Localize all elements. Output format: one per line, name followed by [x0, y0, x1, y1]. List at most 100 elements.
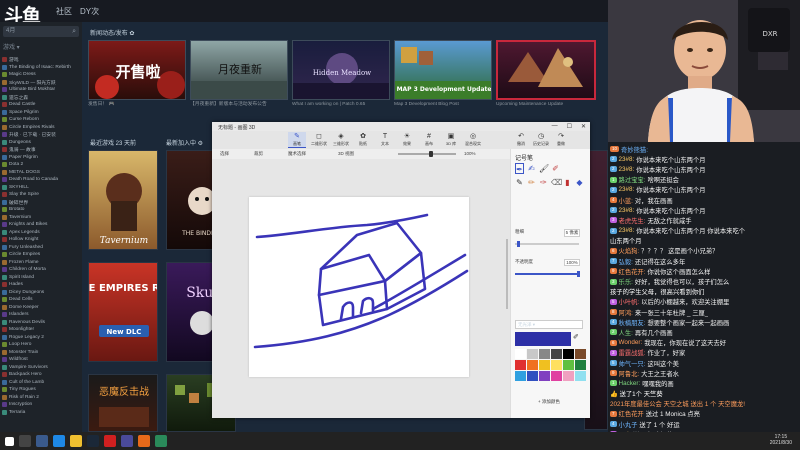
current-color-swatch[interactable] [515, 332, 571, 346]
chat-username[interactable]: 雷霆战狐: [619, 348, 646, 357]
library-item[interactable]: Dead Castle [2, 101, 82, 109]
featured-banner-2[interactable]: 月夜重新 [190, 40, 288, 100]
color-swatch[interactable] [539, 360, 550, 370]
library-item[interactable]: SKYHILL [2, 184, 82, 192]
game-tile-circle-empires[interactable]: CIRCLE EMPIRES RIVALS New DLC [88, 262, 158, 362]
eyedropper-icon[interactable]: ✐ [573, 333, 579, 341]
library-item[interactable]: Brotato [2, 206, 82, 214]
opacity-value[interactable]: 100% [564, 259, 580, 266]
library-item[interactable]: 破碎世界 [2, 199, 82, 207]
color-swatch[interactable] [515, 371, 526, 381]
library-item[interactable]: Dead Cells [2, 296, 82, 304]
drawing-canvas[interactable] [249, 197, 469, 377]
start-icon[interactable] [5, 436, 14, 446]
chat-username[interactable]: 奇妙熊猫: [621, 145, 648, 154]
library-item[interactable]: Circle Empires [2, 251, 82, 259]
color-swatch[interactable] [563, 349, 574, 359]
library-item[interactable]: Curse Reborn [2, 116, 82, 124]
zoom-slider-knob[interactable] [429, 151, 433, 157]
color-finish-dropdown[interactable]: 无光泽 ▾ [515, 320, 583, 329]
ribbon-text[interactable]: T 文本 [376, 132, 394, 147]
chat-username[interactable]: Hacker: [619, 380, 641, 387]
search-icon[interactable] [19, 435, 31, 447]
ribbon-mixed-reality[interactable]: ◎ 混合现实 [464, 132, 482, 147]
library-item[interactable]: Children of Morta [2, 266, 82, 274]
featured-banner-1[interactable]: 开售啦 [88, 40, 186, 100]
ribbon-2d-shapes[interactable]: ◻ 二维形状 [310, 132, 328, 147]
add-color-button[interactable]: + 添加颜色 [515, 399, 583, 405]
chat-username[interactable]: 秋楠朋友: [619, 318, 646, 327]
library-item[interactable]: Circle Empires Rivals [2, 124, 82, 132]
thickness-slider-knob[interactable] [517, 241, 520, 247]
library-item[interactable]: 游戏 [2, 56, 82, 64]
opacity-slider[interactable] [515, 273, 579, 275]
library-item[interactable]: Terraria [2, 409, 82, 417]
brush-marker-icon[interactable]: ✒ [515, 163, 524, 174]
brush-pencil-icon[interactable]: ✏ [527, 177, 536, 188]
library-item[interactable]: Vampire Survivors [2, 364, 82, 372]
library-item[interactable]: Moonlighter [2, 326, 82, 334]
library-item[interactable]: 升级 · 已下载 · 已安装 [2, 131, 82, 139]
color-swatch[interactable] [575, 360, 586, 370]
library-item[interactable]: Cult of the Lamb [2, 379, 82, 387]
library-item[interactable]: Dota 2 [2, 161, 82, 169]
chat-username[interactable]: 阿鲁北: [619, 369, 640, 378]
chat-username[interactable]: 弘毅: [619, 257, 633, 266]
library-item[interactable]: Hades [2, 281, 82, 289]
crop-tool[interactable]: 裁剪 [254, 151, 263, 157]
library-item[interactable]: Rogue Legacy 2 [2, 334, 82, 342]
library-item[interactable]: SkyWILD — 阳光方跃 [2, 79, 82, 87]
maximize-icon[interactable]: ☐ [567, 123, 572, 130]
library-item[interactable]: Tiny Rogues [2, 386, 82, 394]
library-item[interactable]: Dome Keeper [2, 304, 82, 312]
chat-username[interactable]: 帅气一只: [619, 359, 646, 368]
chat-username[interactable]: 红色花开 [619, 409, 644, 418]
ribbon-3d-shapes[interactable]: ◈ 三维形状 [332, 132, 350, 147]
brush-watercolor-icon[interactable]: ✐ [551, 163, 560, 174]
color-swatch[interactable] [527, 371, 538, 381]
brush-pixel-icon[interactable]: ✎ [515, 177, 524, 188]
color-swatch[interactable] [551, 371, 562, 381]
library-item[interactable]: Islanders [2, 311, 82, 319]
library-filter[interactable]: 游戏 ▾ [3, 42, 79, 51]
nav-user[interactable]: DY次 [80, 6, 99, 17]
chat-username[interactable]: 小丸子 [619, 420, 638, 429]
library-item[interactable]: Slay the Spire [2, 191, 82, 199]
chat-username[interactable]: 23#8: [619, 156, 635, 163]
chat-username[interactable]: 乐乐: [619, 277, 633, 286]
spray-can-icon[interactable]: ▮ [563, 177, 572, 188]
library-item[interactable]: Ultimate Bird Mokhtar [2, 86, 82, 94]
color-swatch[interactable] [551, 360, 562, 370]
thickness-value[interactable]: 5 像素 [564, 229, 580, 237]
color-swatch[interactable] [575, 349, 586, 359]
chat-username[interactable]: 阿鸿: [619, 308, 633, 317]
close-icon[interactable]: ✕ [581, 123, 586, 130]
color-swatch[interactable] [563, 360, 574, 370]
library-item[interactable]: 鬼骑 — 故事 [2, 146, 82, 154]
library-search-input[interactable]: 4月 ⌕ [3, 26, 79, 37]
color-swatch[interactable] [563, 371, 574, 381]
game-tile-demon[interactable]: 恶魔反击战 [88, 374, 158, 432]
library-item[interactable]: Frozen Flame [2, 259, 82, 267]
library-item[interactable]: METAL DOGS [2, 169, 82, 177]
obs-icon[interactable] [138, 435, 150, 447]
ribbon-history[interactable]: ◷ 历史记录 [532, 132, 550, 147]
ribbon-brushes[interactable]: ✎ 画笔 [288, 132, 306, 148]
magic-select-tool[interactable]: 魔术选择 [288, 151, 306, 157]
color-swatch[interactable] [515, 360, 526, 370]
library-item[interactable]: The Binding of Isaac: Rebirth [2, 64, 82, 72]
nav-community[interactable]: 社区 [56, 6, 72, 17]
eraser-icon[interactable]: ⌫ [551, 177, 562, 188]
library-item[interactable]: Fury Unleashed [2, 244, 82, 252]
color-swatch[interactable] [539, 349, 550, 359]
color-swatch[interactable] [527, 349, 538, 359]
ribbon-redo[interactable]: ↷ 重做 [552, 132, 570, 147]
library-item[interactable]: Loop Hero [2, 341, 82, 349]
library-item[interactable]: Spirit Island [2, 274, 82, 282]
featured-banner-5[interactable] [496, 40, 596, 100]
brush-calligraphy-icon[interactable]: ✍ [527, 163, 536, 174]
zoom-slider[interactable] [398, 153, 456, 155]
ribbon-effects[interactable]: ☀ 效果 [398, 132, 416, 147]
opacity-slider-knob[interactable] [577, 271, 580, 277]
color-swatch[interactable] [539, 371, 550, 381]
